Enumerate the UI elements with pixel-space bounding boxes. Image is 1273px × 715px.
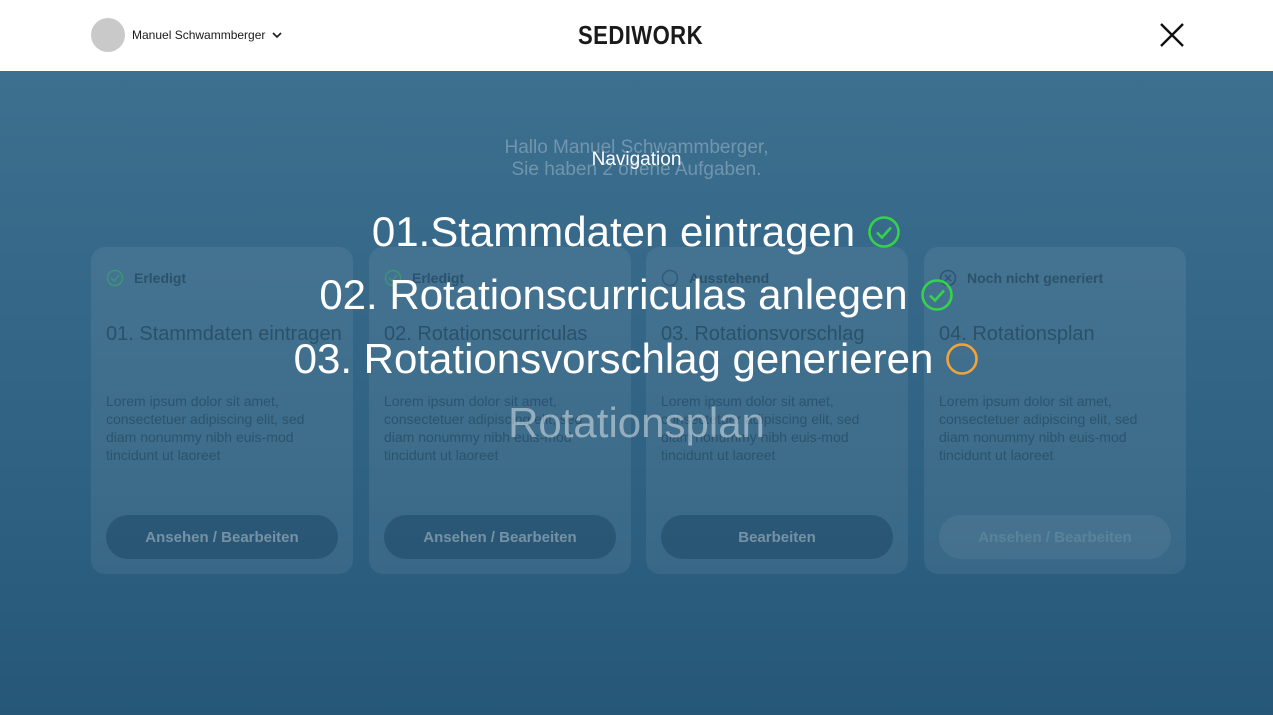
edit-button[interactable]: Bearbeiten: [661, 515, 893, 559]
nav-item-label: Rotationsplan: [508, 399, 765, 446]
nav-item-stammdaten[interactable]: 01.Stammdaten eintragen: [0, 208, 1273, 256]
check-circle-icon: [868, 216, 900, 248]
nav-item-label: 02. Rotationscurriculas anlegen: [319, 271, 908, 318]
view-edit-button[interactable]: Ansehen / Bearbeiten: [384, 515, 616, 559]
view-edit-button: Ansehen / Bearbeiten: [939, 515, 1171, 559]
nav-item-label: 01.Stammdaten eintragen: [371, 208, 856, 255]
pending-circle-icon: [946, 343, 979, 375]
nav-item-rotationsvorschlag[interactable]: 03. Rotationsvorschlag generieren: [0, 335, 1273, 383]
view-edit-button[interactable]: Ansehen / Bearbeiten: [106, 515, 338, 559]
user-menu[interactable]: Manuel Schwammberger: [91, 18, 283, 52]
nav-item-rotationsplan: Rotationsplan: [0, 399, 1273, 447]
check-circle-icon: [920, 279, 953, 311]
nav-item-rotationscurriculas[interactable]: 02. Rotationscurriculas anlegen: [0, 271, 1273, 319]
navigation-title: Navigation: [591, 149, 682, 170]
chevron-down-icon: [272, 32, 282, 39]
app-header: Manuel Schwammberger SEDIWORK: [0, 0, 1273, 71]
user-name: Manuel Schwammberger: [132, 28, 266, 42]
nav-item-label: 03. Rotationsvorschlag generieren: [293, 335, 934, 382]
close-icon[interactable]: [1159, 22, 1185, 48]
avatar: [91, 18, 125, 52]
logo: SEDIWORK: [578, 20, 703, 50]
